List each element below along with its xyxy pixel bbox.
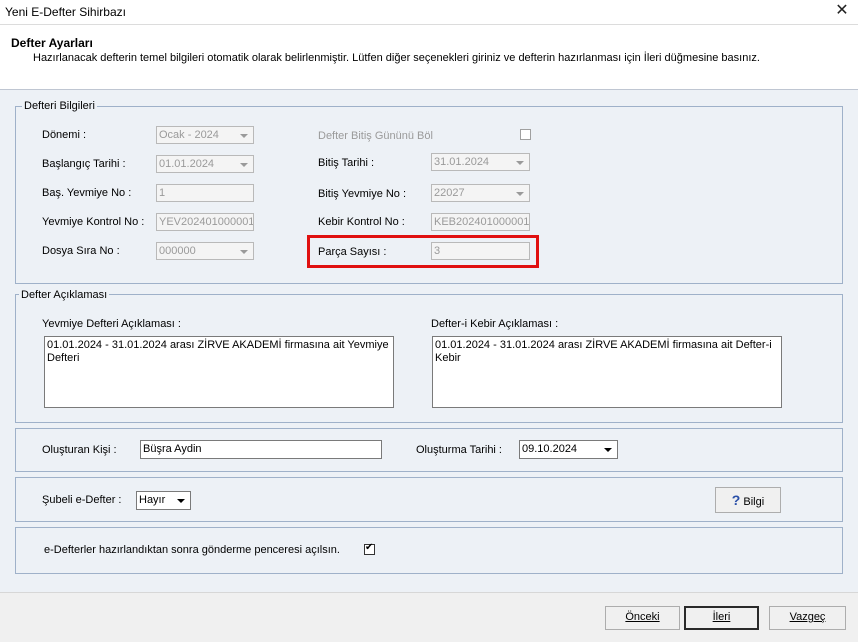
bas-yevmiye-label: Baş. Yevmiye No : bbox=[42, 187, 132, 199]
kebir-aciklama-label: Defter-i Kebir Açıklaması : bbox=[431, 318, 559, 330]
yevmiye-kontrol-field[interactable]: YEV202401000001 bbox=[156, 213, 254, 231]
window-title: Yeni E-Defter Sihirbazı bbox=[5, 5, 126, 19]
gonderme-checkbox[interactable] bbox=[364, 542, 375, 555]
bitis-tarihi-field[interactable]: 31.01.2024 bbox=[431, 153, 530, 171]
baslangic-tarihi-field[interactable]: 01.01.2024 bbox=[156, 155, 254, 173]
ileri-button[interactable]: İleri bbox=[684, 606, 759, 630]
parca-sayisi-field[interactable]: 3 bbox=[431, 242, 530, 260]
defter-bilgileri-legend: Defteri Bilgileri bbox=[22, 100, 97, 112]
yevmiye-aciklama-textarea[interactable]: 01.01.2024 - 31.01.2024 arası ZİRVE AKAD… bbox=[44, 336, 394, 408]
donemi-label: Dönemi : bbox=[42, 129, 87, 141]
yevmiye-kontrol-label: Yevmiye Kontrol No : bbox=[42, 216, 145, 228]
baslangic-tarihi-label: Başlangıç Tarihi : bbox=[42, 158, 126, 170]
title-bar: Yeni E-Defter Sihirbazı ✕ bbox=[0, 0, 858, 25]
bitis-tarihi-label: Bitiş Tarihi : bbox=[318, 157, 375, 169]
bitis-yevmiye-field[interactable]: 22027 bbox=[431, 184, 530, 202]
yevmiye-aciklama-label: Yevmiye Defteri Açıklaması : bbox=[42, 318, 181, 330]
subeli-select[interactable]: Hayır bbox=[136, 491, 191, 510]
bitis-bol-checkbox[interactable] bbox=[520, 129, 531, 140]
kebir-kontrol-label: Kebir Kontrol No : bbox=[318, 216, 405, 228]
olusturma-tarihi-label: Oluşturma Tarihi : bbox=[416, 444, 502, 456]
olusturan-kisi-input[interactable]: Büşra Aydin bbox=[140, 440, 382, 459]
ileri-button-label: İleri bbox=[712, 611, 731, 623]
bitis-bol-label: Defter Bitiş Gününü Böl bbox=[318, 130, 433, 142]
bitis-yevmiye-label: Bitiş Yevmiye No : bbox=[318, 188, 407, 200]
vazgec-button[interactable]: Vazgeç bbox=[769, 606, 846, 630]
olusturma-tarihi-picker[interactable]: 09.10.2024 bbox=[519, 440, 618, 459]
bilgi-button-label: Bilgi bbox=[743, 496, 765, 508]
vazgec-button-label: Vazgeç bbox=[789, 611, 826, 623]
donemi-select[interactable]: Ocak - 2024 bbox=[156, 126, 254, 144]
kebir-kontrol-field[interactable]: KEB202401000001 bbox=[431, 213, 530, 231]
defter-aciklamasi-legend: Defter Açıklaması bbox=[19, 289, 110, 301]
parca-sayisi-label: Parça Sayısı : bbox=[318, 246, 387, 258]
subeli-label: Şubeli e-Defter : bbox=[42, 494, 122, 506]
olusturan-kisi-label: Oluşturan Kişi : bbox=[42, 444, 117, 456]
onceki-button[interactable]: Önceki bbox=[605, 606, 680, 630]
page-description: Hazırlanacak defterin temel bilgileri ot… bbox=[33, 52, 760, 64]
bilgi-button[interactable]: ? Bilgi bbox=[715, 487, 781, 513]
kebir-aciklama-textarea[interactable]: 01.01.2024 - 31.01.2024 arası ZİRVE AKAD… bbox=[432, 336, 782, 408]
help-icon: ? bbox=[731, 492, 741, 508]
bas-yevmiye-field[interactable]: 1 bbox=[156, 184, 254, 202]
page-title: Defter Ayarları bbox=[11, 36, 93, 50]
close-icon[interactable]: ✕ bbox=[826, 0, 858, 24]
dosya-sira-select[interactable]: 000000 bbox=[156, 242, 254, 260]
onceki-button-label: Önceki bbox=[625, 611, 660, 623]
wizard-header: Defter Ayarları Hazırlanacak defterin te… bbox=[0, 25, 858, 90]
dosya-sira-label: Dosya Sıra No : bbox=[42, 245, 120, 257]
gonderme-label: e-Defterler hazırlandıktan sonra gönderm… bbox=[44, 544, 340, 556]
